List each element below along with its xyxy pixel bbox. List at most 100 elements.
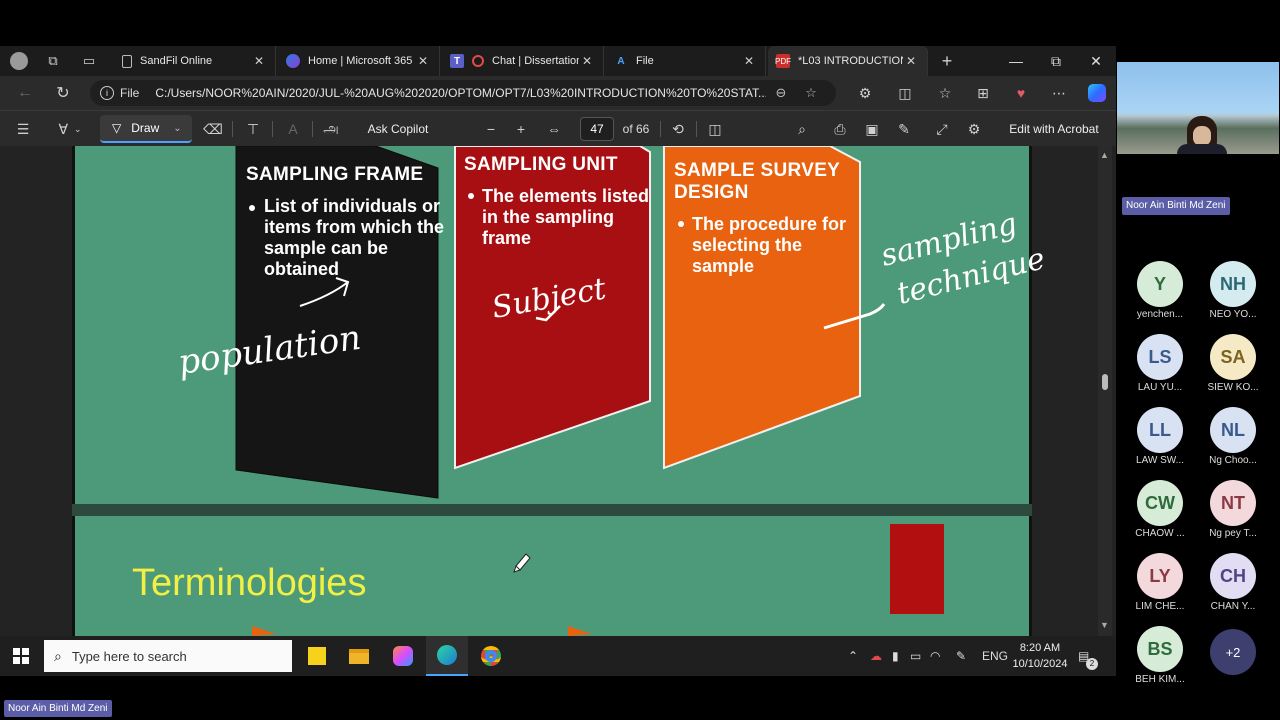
add-text-icon[interactable]: ⊤ (240, 111, 266, 147)
sticky-notes-icon[interactable] (296, 636, 338, 676)
profile-icon[interactable] (2, 46, 36, 76)
meeting-screen: ⧉ ▭ SandFil Online ✕ Home | Microsoft 36… (0, 0, 1280, 720)
favorite-star-icon[interactable]: ☆ (796, 85, 826, 101)
highlight-icon[interactable]: ∀ ⌄ (50, 111, 90, 147)
participant-avatar[interactable]: CW (1137, 480, 1183, 526)
print-icon[interactable]: ⎙ (828, 111, 852, 147)
tab-m365[interactable]: Home | Microsoft 365 ✕ (278, 46, 440, 76)
window-close-icon[interactable]: ✕ (1076, 46, 1116, 76)
text-format-icon[interactable]: A (280, 111, 306, 147)
contents-icon[interactable]: ☰ (10, 111, 36, 147)
more-menu-icon[interactable]: ⋯ (1040, 76, 1078, 110)
tab-title: Home | Microsoft 365 (308, 55, 413, 67)
browser-essentials-icon[interactable]: ♥ (1002, 76, 1040, 110)
azure-icon: A (617, 55, 625, 67)
slide2-shape (252, 626, 276, 636)
save-as-icon[interactable]: ✎ (892, 111, 916, 147)
edit-with-acrobat-button[interactable]: Edit with Acrobat (1002, 111, 1106, 147)
speaker-video[interactable] (1117, 62, 1279, 154)
pdf-viewport[interactable]: SAMPLING FRAME List of individuals or it… (0, 146, 1116, 636)
wifi-icon[interactable]: ◠ (930, 636, 940, 676)
more-participants-button[interactable]: +2 (1210, 629, 1256, 675)
tab-sandfil[interactable]: SandFil Online ✕ (114, 46, 276, 76)
participant-avatar[interactable]: NH (1210, 261, 1256, 307)
fit-page-icon[interactable]: ⇔ (540, 111, 568, 147)
favorites-icon[interactable]: ☆ (926, 76, 964, 110)
notifications-icon[interactable]: ▤ (1078, 636, 1089, 676)
draw-button[interactable]: ▽ Draw ⌄ (100, 115, 192, 143)
back-icon[interactable]: ← (6, 76, 44, 110)
split-screen-icon[interactable]: ◫ (886, 76, 924, 110)
close-icon[interactable]: ✕ (415, 54, 431, 68)
search-icon: ⌕ (54, 647, 62, 664)
participant-avatar[interactable]: CH (1210, 553, 1256, 599)
clock[interactable]: 8:20 AM 10/10/2024 (1008, 640, 1072, 672)
taskbar-search[interactable]: ⌕ Type here to search (44, 640, 292, 672)
participant-avatar[interactable]: NL (1210, 407, 1256, 453)
chrome-icon[interactable] (470, 636, 512, 676)
address-bar[interactable]: i File C:/Users/NOOR%20AIN/2020/JUL-%20A… (90, 80, 836, 106)
notification-count: 2 (1086, 658, 1098, 670)
participant-avatar[interactable]: NT (1210, 480, 1256, 526)
tab-pdf-active[interactable]: PDF *L03 INTRODUCTION T ✕ (768, 46, 928, 76)
find-icon[interactable]: ⌕ (790, 111, 814, 147)
restore-icon[interactable]: ⧉ (1036, 46, 1076, 76)
battery-icon[interactable]: ▭ (910, 636, 921, 676)
participant-avatar[interactable]: LS (1137, 334, 1183, 380)
ask-copilot-button[interactable]: Ask Copilot (358, 111, 438, 147)
participant-avatar[interactable]: LY (1137, 553, 1183, 599)
scrollbar-thumb[interactable] (1102, 374, 1108, 390)
zoom-in-icon[interactable]: + (510, 111, 532, 147)
page-view-icon[interactable]: ◫ (702, 111, 728, 147)
tab-teams-chat[interactable]: T Chat | Dissertation ✕ (442, 46, 604, 76)
workspaces-icon[interactable]: ⧉ (36, 46, 70, 76)
tray-chevron-icon[interactable]: ⌃ (848, 636, 858, 676)
windows-taskbar: ⌕ Type here to search ⌃ ☁ ▮ ▭ ◠ ✎ ENG 8:… (0, 636, 1116, 676)
close-icon[interactable]: ✕ (741, 54, 757, 68)
collections-icon[interactable]: ⊞ (964, 76, 1002, 110)
usb-icon[interactable]: ▮ (892, 636, 899, 676)
clock-time: 8:20 AM (1019, 642, 1061, 654)
chevron-down-icon[interactable]: ⌄ (173, 123, 181, 134)
pen-icon[interactable]: ✎ (956, 636, 966, 676)
scroll-down-icon[interactable]: ▼ (1100, 620, 1109, 630)
fullscreen-icon[interactable]: ⤢ (930, 111, 954, 147)
pdf-toolbar: ☰ ∀ ⌄ ▽ Draw ⌄ ⌫ ⊤ A அ Ask Copilot − + ⇔… (0, 110, 1116, 146)
copilot-icon[interactable] (1078, 76, 1116, 110)
close-icon[interactable]: ✕ (579, 54, 595, 68)
tab-file[interactable]: A File ✕ (606, 46, 766, 76)
close-icon[interactable]: ✕ (903, 54, 919, 68)
eraser-icon[interactable]: ⌫ (200, 111, 226, 147)
info-icon[interactable]: i (100, 86, 114, 100)
refresh-icon[interactable]: ↻ (44, 76, 82, 110)
rotate-icon[interactable]: ⟲ (666, 111, 690, 147)
copilot-app-icon[interactable] (382, 636, 424, 676)
participant-avatar[interactable]: LL (1137, 407, 1183, 453)
extensions-icon[interactable]: ⚙ (846, 76, 884, 110)
pdf-scrollbar[interactable] (1098, 146, 1112, 636)
page-number-input[interactable]: 47 (580, 117, 614, 141)
zoom-icon[interactable]: ⊖ (766, 85, 796, 101)
participant-avatar[interactable]: SA (1210, 334, 1256, 380)
network-status-icon[interactable]: ☁ (870, 636, 882, 676)
edge-icon[interactable] (426, 636, 468, 676)
participant-avatar[interactable]: Y (1137, 261, 1183, 307)
close-icon[interactable]: ✕ (251, 54, 267, 68)
save-icon[interactable]: ▣ (860, 111, 884, 147)
scroll-up-icon[interactable]: ▲ (1100, 150, 1109, 160)
minimize-icon[interactable]: — (996, 46, 1036, 76)
read-aloud-icon[interactable]: அ (318, 111, 344, 147)
tab-actions-icon[interactable]: ▭ (72, 46, 106, 76)
presenter-name-tag: Noor Ain Binti Md Zeni (4, 700, 112, 717)
zoom-out-icon[interactable]: − (480, 111, 502, 147)
windows-start-icon[interactable] (0, 636, 42, 676)
participant-avatar[interactable]: BS (1137, 626, 1183, 672)
clock-date: 10/10/2024 (1012, 658, 1068, 670)
settings-gear-icon[interactable]: ⚙ (962, 111, 986, 147)
url-text[interactable]: C:/Users/NOOR%20AIN/2020/JUL-%20AUG%2020… (155, 86, 766, 100)
new-tab-icon[interactable]: + (930, 46, 964, 76)
language-indicator[interactable]: ENG (982, 636, 1008, 676)
page-icon (122, 54, 132, 68)
participant-name: LAW SW... (1136, 455, 1184, 466)
file-explorer-icon[interactable] (338, 636, 380, 676)
